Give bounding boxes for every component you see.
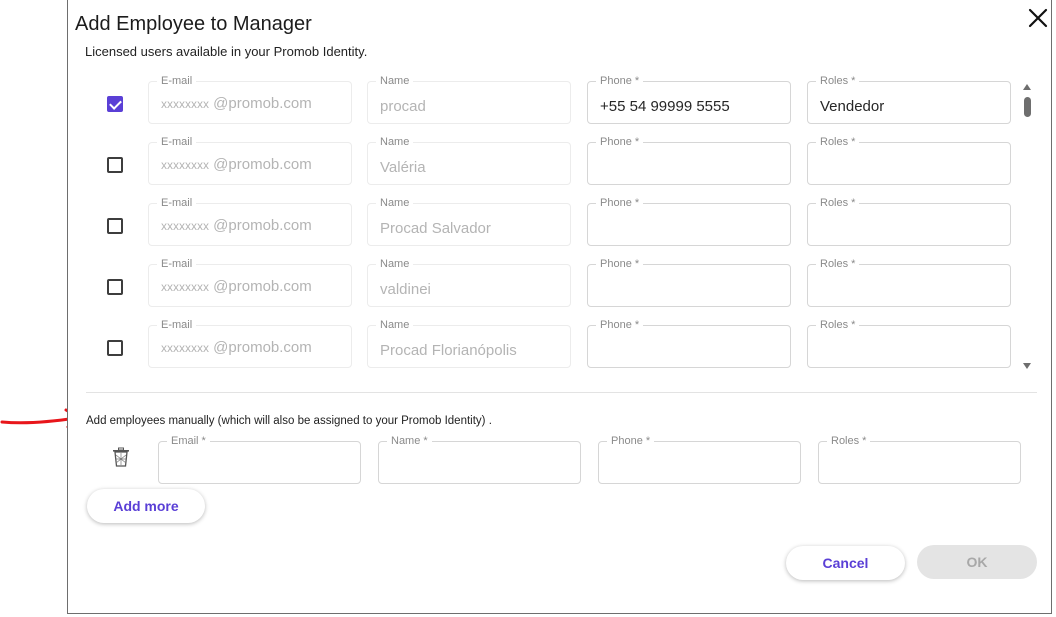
field-value: Procad Salvador xyxy=(380,220,491,237)
field-label: Name xyxy=(376,258,414,270)
field-value: Valéria xyxy=(380,159,426,176)
field-label: E-mail xyxy=(157,136,197,148)
user-name-field: Name procad xyxy=(367,75,571,124)
field-label: Phone * xyxy=(596,319,644,331)
field-label: Roles * xyxy=(816,319,860,331)
field-value: xxxxxxxx @promob.com xyxy=(161,217,312,234)
field-value: xxxxxxxx @promob.com xyxy=(161,278,312,295)
user-phone-field[interactable]: Phone * xyxy=(587,197,791,246)
user-email-field: E-mail xxxxxxxx @promob.com xyxy=(148,75,352,124)
user-row-checkbox[interactable] xyxy=(107,279,123,295)
field-label: Roles * xyxy=(816,75,860,87)
user-roles-field[interactable]: Roles * xyxy=(807,136,1011,185)
user-email-field: E-mail xxxxxxxx @promob.com xyxy=(148,258,352,307)
field-value: Procad Florianópolis xyxy=(380,342,517,359)
add-more-button[interactable]: Add more xyxy=(87,489,205,523)
user-roles-field[interactable]: Roles * Vendedor xyxy=(807,75,1011,124)
user-roles-field[interactable]: Roles * xyxy=(807,197,1011,246)
user-phone-field[interactable]: Phone * xyxy=(587,136,791,185)
field-label: Phone * xyxy=(596,197,644,209)
ok-button[interactable]: OK xyxy=(917,545,1037,579)
user-email-field: E-mail xxxxxxxx @promob.com xyxy=(148,319,352,368)
field-label: E-mail xyxy=(157,75,197,87)
field-label: Name xyxy=(376,197,414,209)
user-name-field: Name Procad Florianópolis xyxy=(367,319,571,368)
field-label: Phone * xyxy=(596,258,644,270)
user-row-checkbox[interactable] xyxy=(107,218,123,234)
section-divider xyxy=(86,392,1037,393)
user-name-field: Name valdinei xyxy=(367,258,571,307)
field-value: valdinei xyxy=(380,281,431,298)
field-label: Roles * xyxy=(816,197,860,209)
user-email-field: E-mail xxxxxxxx @promob.com xyxy=(148,136,352,185)
user-phone-field[interactable]: Phone * xyxy=(587,319,791,368)
field-value: xxxxxxxx @promob.com xyxy=(161,95,312,112)
scrollbar-thumb[interactable] xyxy=(1024,97,1031,117)
field-label: Phone * xyxy=(596,136,644,148)
user-row-checkbox[interactable] xyxy=(107,157,123,173)
user-row-checkbox[interactable] xyxy=(107,96,123,112)
scroll-up-arrow-icon[interactable] xyxy=(1023,84,1031,90)
manual-email-field[interactable]: Email * xyxy=(158,435,361,484)
user-email-field: E-mail xxxxxxxx @promob.com xyxy=(148,197,352,246)
field-label: Name xyxy=(376,136,414,148)
field-label: E-mail xyxy=(157,319,197,331)
add-employee-dialog: Add Employee to Manager Licensed users a… xyxy=(67,0,1052,614)
field-value: procad xyxy=(380,98,426,115)
field-value: +55 54 99999 5555 xyxy=(600,98,730,115)
field-value: Vendedor xyxy=(820,98,885,115)
user-name-field: Name Valéria xyxy=(367,136,571,185)
field-value: xxxxxxxx @promob.com xyxy=(161,339,312,356)
user-name-field: Name Procad Salvador xyxy=(367,197,571,246)
manual-roles-field[interactable]: Roles * xyxy=(818,435,1021,484)
field-label: Name xyxy=(376,319,414,331)
manual-section-label: Add employees manually (which will also … xyxy=(86,415,492,427)
field-label: Phone * xyxy=(596,75,644,87)
close-icon[interactable] xyxy=(1026,6,1050,30)
user-phone-field[interactable]: Phone * +55 54 99999 5555 xyxy=(587,75,791,124)
field-label: Roles * xyxy=(816,258,860,270)
user-phone-field[interactable]: Phone * xyxy=(587,258,791,307)
dialog-subtitle: Licensed users available in your Promob … xyxy=(85,44,368,59)
trash-icon[interactable] xyxy=(112,447,130,467)
field-value: xxxxxxxx @promob.com xyxy=(161,156,312,173)
field-label: Name xyxy=(376,75,414,87)
user-roles-field[interactable]: Roles * xyxy=(807,319,1011,368)
field-label: E-mail xyxy=(157,197,197,209)
user-roles-field[interactable]: Roles * xyxy=(807,258,1011,307)
manual-phone-field[interactable]: Phone * xyxy=(598,435,801,484)
user-row-checkbox[interactable] xyxy=(107,340,123,356)
field-label: Roles * xyxy=(816,136,860,148)
scroll-down-arrow-icon[interactable] xyxy=(1023,363,1031,369)
cancel-button[interactable]: Cancel xyxy=(786,546,905,580)
manual-name-field[interactable]: Name * xyxy=(378,435,581,484)
field-label: E-mail xyxy=(157,258,197,270)
dialog-title: Add Employee to Manager xyxy=(75,13,312,35)
